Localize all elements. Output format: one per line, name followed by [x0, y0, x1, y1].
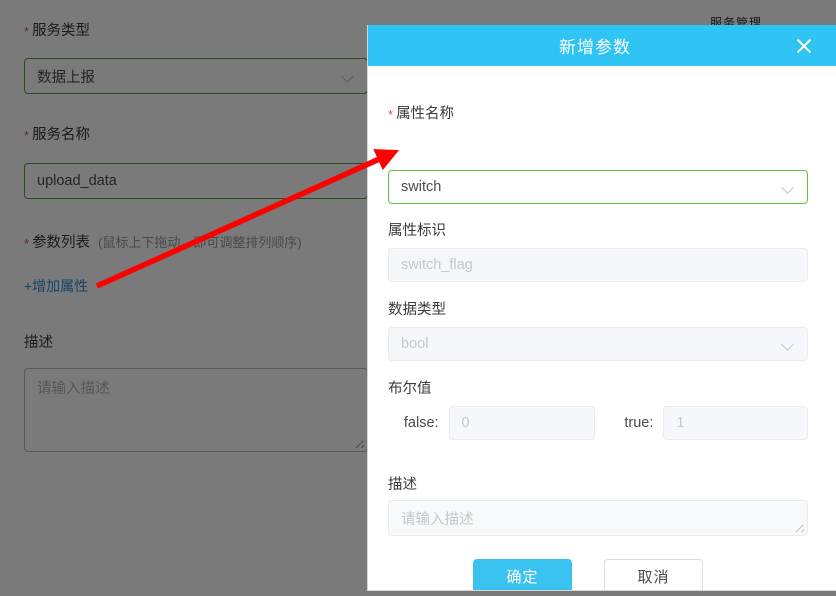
modal-header: 新增参数 — [368, 25, 836, 66]
chevron-down-icon — [782, 181, 795, 194]
modal-title: 新增参数 — [559, 38, 631, 57]
close-icon[interactable] — [794, 36, 814, 56]
attr-id-placeholder: switch_flag — [401, 257, 473, 273]
bool-false-input[interactable]: 0 — [448, 406, 596, 440]
cancel-button[interactable]: 取消 — [604, 559, 703, 590]
add-parameter-modal: 新增参数 *属性名称 switch 属性标识 switch_flag 数据类型 — [367, 25, 836, 591]
required-asterisk: * — [388, 107, 394, 122]
data-type-label: 数据类型 — [388, 302, 446, 318]
attr-name-select[interactable]: switch — [388, 170, 808, 204]
chevron-down-icon — [782, 338, 795, 351]
attr-name-value: switch — [401, 179, 442, 195]
bool-true-input[interactable]: 1 — [663, 406, 808, 440]
modal-description-textarea[interactable]: 请输入描述 — [388, 500, 808, 536]
attr-id-input[interactable]: switch_flag — [388, 248, 808, 282]
attr-name-label: * 属性名称 — [388, 106, 455, 122]
modal-button-row: 确定 取消 — [388, 559, 703, 590]
data-type-placeholder: bool — [401, 336, 429, 352]
resize-handle-icon[interactable] — [794, 522, 804, 532]
bool-value-row: false: 0 true: 1 — [388, 406, 808, 440]
data-type-select[interactable]: bool — [388, 327, 808, 361]
bool-true-placeholder: 1 — [676, 415, 685, 431]
bool-false-placeholder: 0 — [461, 415, 470, 431]
modal-description-placeholder: 请输入描述 — [401, 512, 474, 528]
screen: 服务管理 *服务类型 数据上报 *服务名称 upload_data *参数列表 … — [0, 0, 836, 596]
modal-description-label: 描述 — [388, 477, 417, 493]
bool-true-label: true: — [624, 415, 654, 431]
bool-false-label: false: — [403, 415, 439, 431]
confirm-button[interactable]: 确定 — [473, 559, 572, 590]
attr-id-label: 属性标识 — [388, 223, 446, 239]
bool-value-label: 布尔值 — [388, 381, 432, 397]
